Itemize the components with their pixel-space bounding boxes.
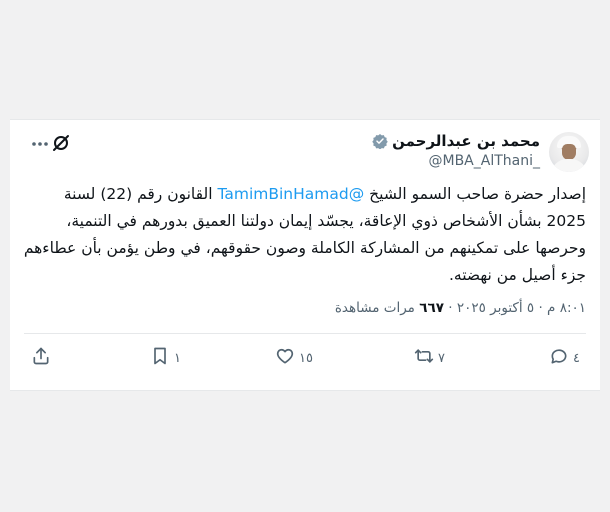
retweet-count: ٧ [438, 350, 445, 366]
avatar-robe [551, 159, 587, 172]
more-icon[interactable] [30, 134, 50, 154]
tweet-card[interactable]: محمد بن عبدالرحمن @MBA_AlThani_ إصدار حض… [10, 119, 600, 391]
tweet-text: إصدار حضرة صاحب السمو الشيخ @TamimBinHam… [20, 181, 586, 289]
avatar-face [562, 144, 576, 160]
retweet-button[interactable]: ٧ [414, 346, 445, 370]
divider [24, 333, 586, 334]
like-count: ١٥ [299, 350, 313, 366]
bookmark-count: ١ [174, 350, 181, 366]
display-name[interactable]: محمد بن عبدالرحمن [392, 132, 540, 150]
author-handle[interactable]: @MBA_AlThani_ [429, 153, 541, 169]
mention-link[interactable]: @TamimBinHamad [217, 185, 364, 203]
avatar[interactable] [549, 132, 589, 172]
grok-icon[interactable] [51, 133, 71, 153]
like-button[interactable]: ١٥ [275, 346, 313, 370]
reply-button[interactable]: ٤ [549, 346, 580, 370]
share-icon [31, 346, 51, 370]
heart-icon [275, 346, 295, 370]
share-button[interactable] [31, 346, 51, 370]
meta-separator: · [448, 300, 453, 316]
meta-separator: · [538, 300, 543, 316]
tweet-meta: ٨:٠١ م · ٥ أكتوبر ٢٠٢٥ · ٦٦٧ مرات مشاهدة [20, 300, 586, 316]
reply-count: ٤ [573, 350, 580, 366]
action-bar: ٤ ٧ ١٥ ١ [10, 346, 600, 372]
bookmark-icon [150, 346, 170, 370]
tweet-date[interactable]: ٥ أكتوبر ٢٠٢٥ [457, 300, 534, 316]
bookmark-button[interactable]: ١ [150, 346, 181, 370]
retweet-icon [414, 346, 434, 370]
tweet-text-part: إصدار حضرة صاحب السمو الشيخ [364, 185, 586, 203]
views-count: ٦٦٧ [419, 300, 444, 316]
tweet-time[interactable]: ٨:٠١ م [547, 300, 586, 316]
reply-icon [549, 346, 569, 370]
author-name-row: محمد بن عبدالرحمن [372, 132, 540, 150]
views-label: مرات مشاهدة [334, 300, 415, 316]
verified-badge-icon [372, 133, 388, 150]
